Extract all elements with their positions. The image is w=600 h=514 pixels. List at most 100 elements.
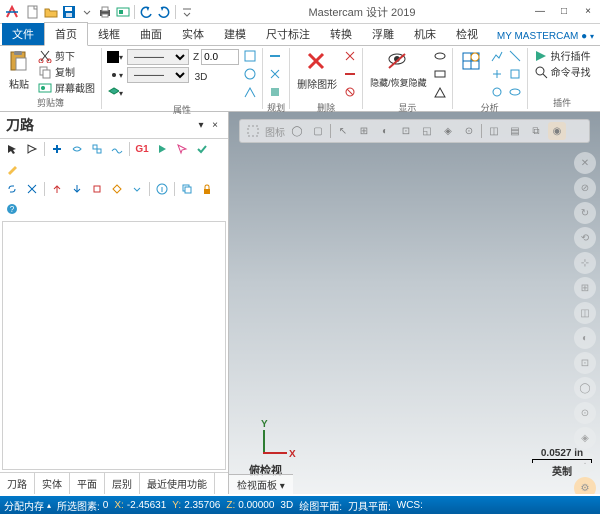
qat-print-icon[interactable]	[96, 3, 114, 21]
tab-wireframe[interactable]: 线框	[88, 23, 130, 45]
minimize-button[interactable]: —	[528, 2, 552, 22]
command-find-button[interactable]: 命令寻找	[532, 64, 593, 79]
tb-lock-icon[interactable]	[199, 181, 215, 197]
point-style-button[interactable]: ▾	[107, 67, 123, 83]
layer-button[interactable]: ▾	[107, 85, 123, 101]
maximize-button[interactable]: □	[552, 2, 576, 22]
vs-11-icon[interactable]: ⊙	[574, 402, 596, 424]
tab-solid[interactable]: 实体	[172, 23, 214, 45]
vp-i6-icon[interactable]: ◐	[376, 122, 394, 140]
vs-7-icon[interactable]: ◫	[574, 302, 596, 324]
vp-i7-icon[interactable]: ⊡	[397, 122, 415, 140]
tb-play-icon[interactable]	[154, 141, 170, 157]
analyze-icon-1[interactable]	[489, 48, 505, 64]
tb-pencil-icon[interactable]	[4, 161, 20, 177]
analyze-icon-6[interactable]	[507, 84, 523, 100]
tb-diamond-icon[interactable]	[109, 181, 125, 197]
tb-path-icon[interactable]	[69, 141, 85, 157]
analyze-icon-3[interactable]	[489, 84, 505, 100]
close-button[interactable]: ×	[576, 2, 600, 22]
prop-icon-3[interactable]	[242, 84, 258, 100]
delete-icon-3[interactable]	[342, 84, 358, 100]
tb-copy-icon[interactable]	[179, 181, 195, 197]
vp-i3-icon[interactable]: ▢	[309, 122, 327, 140]
tb-link-icon[interactable]	[4, 181, 20, 197]
paste-button[interactable]: 粘贴	[4, 48, 34, 93]
vp-i9-icon[interactable]: ◈	[439, 122, 457, 140]
delete-icon-1[interactable]	[342, 48, 358, 64]
tb-insert-icon[interactable]	[49, 141, 65, 157]
qat-screenshot-icon[interactable]	[114, 3, 132, 21]
run-plugin-button[interactable]: 执行插件	[532, 48, 593, 63]
viewport[interactable]: 图标 ◯ ▢ ↖ ⊞ ◐ ⊡ ◱ ◈ ⊙ ◫ ▤ ⧉ ◉ ✕ ⊘ ↻ ⟲ ⊹ ⊞…	[229, 112, 600, 494]
vs-4-icon[interactable]: ⟲	[574, 227, 596, 249]
status-memory[interactable]: 分配内存▴	[4, 498, 51, 513]
delete-icon-2[interactable]	[342, 66, 358, 82]
qat-new-icon[interactable]	[24, 3, 42, 21]
analyze-button[interactable]	[457, 48, 487, 76]
status-mode[interactable]: 3D	[280, 500, 293, 511]
tb-check-icon[interactable]	[194, 141, 210, 157]
tab-home[interactable]: 首页	[44, 22, 88, 46]
screenshot-button[interactable]: 屏幕截图	[36, 80, 97, 95]
btab-toolpath[interactable]: 刀路	[0, 473, 35, 494]
qat-customize-dropdown-icon[interactable]	[178, 3, 196, 21]
viewport-bottom-tab[interactable]: 检视面板 ▾	[229, 474, 293, 494]
tb-collapse-icon[interactable]	[129, 181, 145, 197]
tab-view[interactable]: 检视	[446, 23, 488, 45]
vp-i4-icon[interactable]: ↖	[334, 122, 352, 140]
delete-shape-button[interactable]: 删除图形	[294, 48, 340, 93]
plan-icon-2[interactable]	[267, 66, 283, 82]
vp-i2-icon[interactable]: ◯	[288, 122, 306, 140]
analyze-icon-2[interactable]	[489, 66, 505, 82]
tab-machine[interactable]: 机床	[404, 23, 446, 45]
vp-i11-icon[interactable]: ◫	[485, 122, 503, 140]
qat-open-icon[interactable]	[42, 3, 60, 21]
vs-12-icon[interactable]: ◈	[574, 427, 596, 449]
tb-wave-icon[interactable]	[109, 141, 125, 157]
vp-i10-icon[interactable]: ⊙	[460, 122, 478, 140]
vs-5-icon[interactable]: ⊹	[574, 252, 596, 274]
vs-6-icon[interactable]: ⊞	[574, 277, 596, 299]
vp-i12-icon[interactable]: ▤	[506, 122, 524, 140]
vp-i13-icon[interactable]: ⧉	[527, 122, 545, 140]
toolpath-tree[interactable]	[2, 221, 226, 470]
btab-layer[interactable]: 层别	[105, 473, 140, 494]
tab-dimension[interactable]: 尺寸标注	[256, 23, 320, 45]
qat-save-icon[interactable]	[60, 3, 78, 21]
status-wcs[interactable]: WCS:	[397, 500, 423, 511]
copy-button[interactable]: 复制	[36, 64, 97, 79]
qat-redo-icon[interactable]	[155, 3, 173, 21]
vs-3-icon[interactable]: ↻	[574, 202, 596, 224]
vp-sel-icon[interactable]	[244, 122, 262, 140]
tb-cursor3-icon[interactable]	[174, 141, 190, 157]
status-tool-plane[interactable]: 刀具平面:	[348, 498, 391, 513]
btab-plane[interactable]: 平面	[70, 473, 105, 494]
display-icon-3[interactable]	[432, 84, 448, 100]
tb-cursor-icon[interactable]	[4, 141, 20, 157]
plan-icon-3[interactable]	[267, 84, 283, 100]
tab-transform[interactable]: 转换	[320, 23, 362, 45]
hide-restore-button[interactable]: 隐藏/恢复隐藏	[367, 48, 430, 91]
cut-button[interactable]: 剪下	[36, 48, 97, 63]
tb-g1-icon[interactable]: G1	[134, 141, 150, 157]
tb-down-icon[interactable]	[69, 181, 85, 197]
qat-undo-icon[interactable]	[137, 3, 155, 21]
vs-2-icon[interactable]: ⊘	[574, 177, 596, 199]
panel-menu-icon[interactable]: ▾	[194, 118, 208, 132]
panel-close-icon[interactable]: ×	[208, 118, 222, 132]
analyze-icon-4[interactable]	[507, 48, 523, 64]
vp-i8-icon[interactable]: ◱	[418, 122, 436, 140]
prop-icon-1[interactable]	[242, 48, 258, 64]
vs-9-icon[interactable]: ⊡	[574, 352, 596, 374]
color-swatch-button[interactable]: ▾	[107, 49, 123, 65]
tab-surface[interactable]: 曲面	[130, 23, 172, 45]
vp-i14-icon[interactable]: ◉	[548, 122, 566, 140]
tb-help-icon[interactable]: ?	[4, 201, 20, 217]
vs-1-icon[interactable]: ✕	[574, 152, 596, 174]
vs-8-icon[interactable]: ◐	[574, 327, 596, 349]
tb-info-icon[interactable]	[154, 181, 170, 197]
z-input[interactable]	[201, 49, 239, 65]
display-icon-1[interactable]	[432, 48, 448, 64]
btab-recent[interactable]: 最近使用功能	[140, 473, 215, 494]
